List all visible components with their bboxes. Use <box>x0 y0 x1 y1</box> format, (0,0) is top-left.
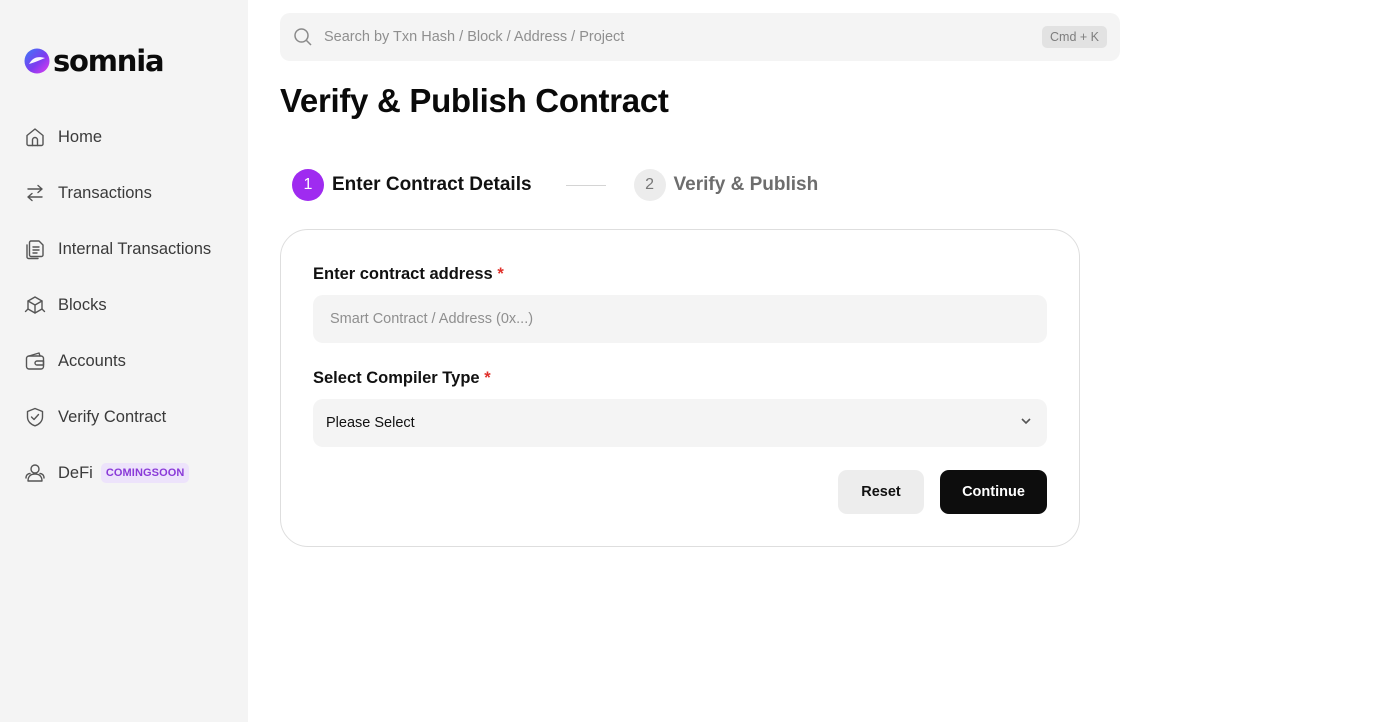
sidebar: somnia Home Transactions Internal Transa… <box>0 0 248 722</box>
required-mark: * <box>484 369 491 387</box>
documents-icon <box>24 238 46 260</box>
compiler-type-label: Select Compiler Type * <box>313 369 491 388</box>
continue-button[interactable]: Continue <box>940 470 1047 514</box>
coming-soon-badge: COMINGSOON <box>100 463 190 483</box>
sidebar-item-label: Blocks <box>58 295 107 314</box>
sidebar-item-verify-contract[interactable]: Verify Contract <box>24 389 211 445</box>
home-icon <box>24 126 46 148</box>
contract-address-label-text: Enter contract address <box>313 265 493 283</box>
search-shortcut-hint: Cmd + K <box>1042 26 1107 48</box>
cube-icon <box>24 294 46 316</box>
search-bar[interactable]: Cmd + K <box>280 13 1120 61</box>
sidebar-item-label: Internal Transactions <box>58 239 212 258</box>
contract-address-input[interactable] <box>313 295 1047 343</box>
somnia-logo-icon <box>24 48 50 74</box>
sidebar-item-internal-transactions[interactable]: Internal Transactions <box>24 221 211 277</box>
stepper: 1 Enter Contract Details 2 Verify & Publ… <box>292 169 818 201</box>
step-divider <box>565 184 606 186</box>
sidebar-item-accounts[interactable]: Accounts <box>24 333 211 389</box>
sidebar-item-label: Accounts <box>58 351 126 370</box>
arrows-swap-icon <box>24 182 46 204</box>
sidebar-item-label: Verify Contract <box>58 407 167 426</box>
sidebar-item-home[interactable]: Home <box>24 109 211 165</box>
sidebar-item-label: Transactions <box>58 183 152 202</box>
step-1-label: Enter Contract Details <box>332 174 532 195</box>
compiler-type-value: Please Select <box>326 415 415 431</box>
sidebar-item-label: Home <box>58 127 103 146</box>
contract-details-card: Enter contract address * Select Compiler… <box>280 229 1080 547</box>
sidebar-nav: Home Transactions Internal Transactions … <box>24 109 211 501</box>
shield-check-icon <box>24 406 46 428</box>
wallet-icon <box>24 350 46 372</box>
page-title: Verify & Publish Contract <box>280 82 669 119</box>
required-mark: * <box>497 265 504 283</box>
sidebar-item-defi[interactable]: DeFi COMINGSOON <box>24 445 211 501</box>
compiler-type-select[interactable]: Please Select <box>313 399 1047 447</box>
contract-address-label: Enter contract address * <box>313 265 504 284</box>
step-2-number: 2 <box>633 169 666 201</box>
reset-button[interactable]: Reset <box>838 470 924 514</box>
search-input[interactable] <box>324 13 1043 61</box>
step-2-label: Verify & Publish <box>673 174 819 195</box>
sidebar-item-blocks[interactable]: Blocks <box>24 277 211 333</box>
brand-name: somnia <box>53 43 165 78</box>
chevron-down-icon <box>1019 414 1033 433</box>
sidebar-item-transactions[interactable]: Transactions <box>24 165 211 221</box>
defi-icon <box>24 462 46 484</box>
somnia-logo[interactable]: somnia <box>24 43 165 78</box>
search-icon <box>293 27 313 47</box>
step-1-number: 1 <box>292 169 324 201</box>
sidebar-item-label: DeFi <box>58 463 93 482</box>
compiler-type-label-text: Select Compiler Type <box>313 369 480 387</box>
